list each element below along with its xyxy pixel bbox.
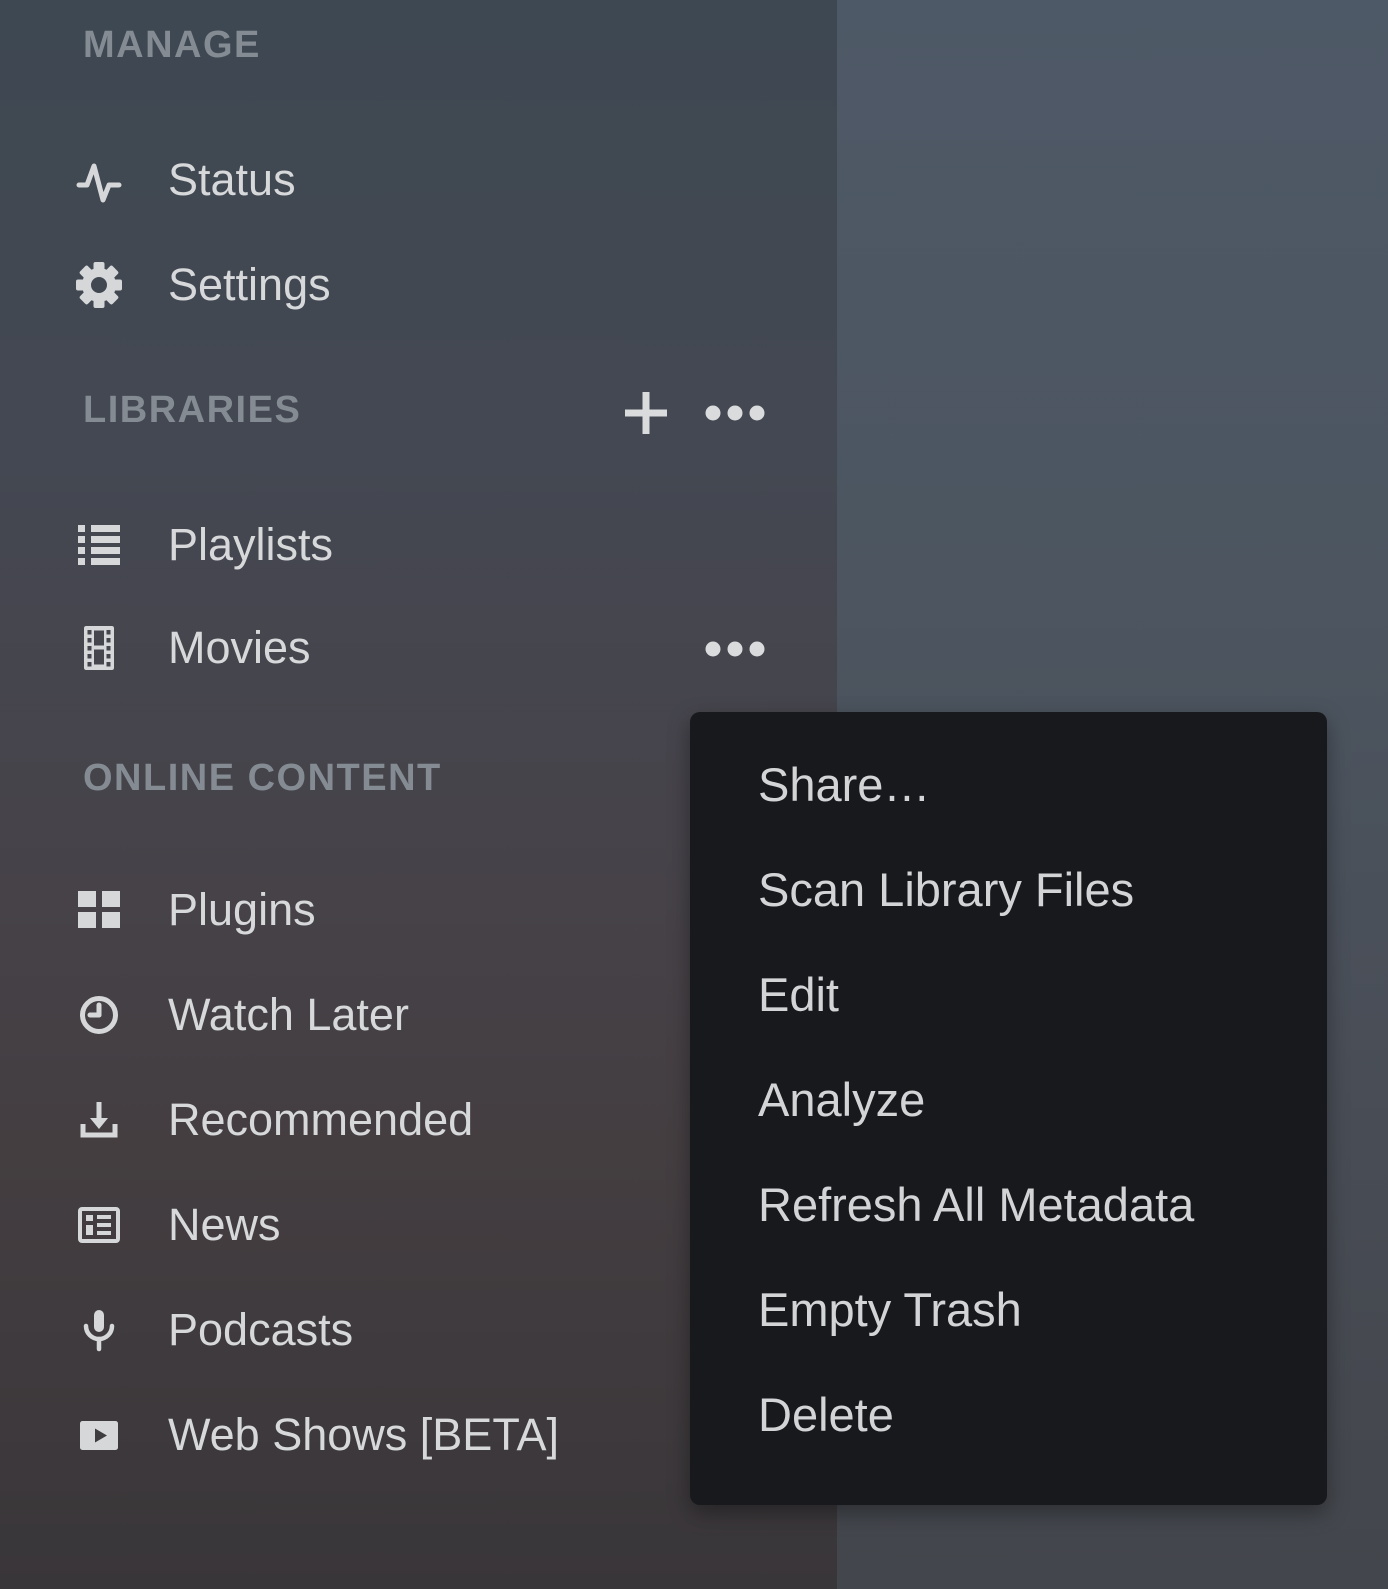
sidebar-item-label: News <box>168 1173 281 1277</box>
menu-item-empty-trash[interactable]: Empty Trash <box>690 1257 1327 1362</box>
sidebar-item-settings[interactable]: Settings <box>0 233 837 337</box>
library-context-menu: Share… Scan Library Files Edit Analyze R… <box>690 712 1327 1505</box>
sidebar-item-label: Web Shows [BETA] <box>168 1383 559 1487</box>
sidebar-item-label: Settings <box>168 233 331 337</box>
sidebar-item-label: Status <box>168 128 296 232</box>
grid-icon <box>76 887 122 933</box>
plex-sidebar-screen: MANAGE Status Settings <box>0 0 1388 1589</box>
menu-item-analyze[interactable]: Analyze <box>690 1047 1327 1152</box>
film-icon <box>76 625 122 671</box>
activity-icon <box>76 157 122 203</box>
microphone-icon <box>76 1307 122 1353</box>
sidebar-item-label: Podcasts <box>168 1278 353 1382</box>
menu-item-edit[interactable]: Edit <box>690 942 1327 1047</box>
sidebar-item-playlists[interactable]: Playlists <box>0 493 837 597</box>
add-library-button[interactable] <box>622 389 670 437</box>
section-header-online-content: ONLINE CONTENT <box>83 752 442 804</box>
ellipsis-icon <box>700 389 772 437</box>
playlist-icon <box>76 522 122 568</box>
clock-icon <box>76 992 122 1038</box>
sidebar-item-label: Watch Later <box>168 963 409 1067</box>
sidebar-item-status[interactable]: Status <box>0 128 837 232</box>
movies-more-button[interactable] <box>700 625 772 673</box>
sidebar-item-label: Movies <box>168 596 311 700</box>
gear-icon <box>76 262 122 308</box>
menu-item-scan-library-files[interactable]: Scan Library Files <box>690 837 1327 942</box>
plus-icon <box>622 389 670 437</box>
newspaper-icon <box>76 1202 122 1248</box>
sidebar-item-label: Recommended <box>168 1068 473 1172</box>
download-icon <box>76 1097 122 1143</box>
libraries-more-button[interactable] <box>700 389 772 437</box>
ellipsis-icon <box>700 625 772 673</box>
menu-item-refresh-all-metadata[interactable]: Refresh All Metadata <box>690 1152 1327 1257</box>
sidebar-item-label: Playlists <box>168 493 333 597</box>
section-header-libraries: LIBRARIES <box>83 384 301 436</box>
menu-item-share[interactable]: Share… <box>690 732 1327 837</box>
sidebar-item-label: Plugins <box>168 858 316 962</box>
play-video-icon <box>76 1412 122 1458</box>
section-header-manage: MANAGE <box>83 19 261 71</box>
menu-item-delete[interactable]: Delete <box>690 1362 1327 1467</box>
